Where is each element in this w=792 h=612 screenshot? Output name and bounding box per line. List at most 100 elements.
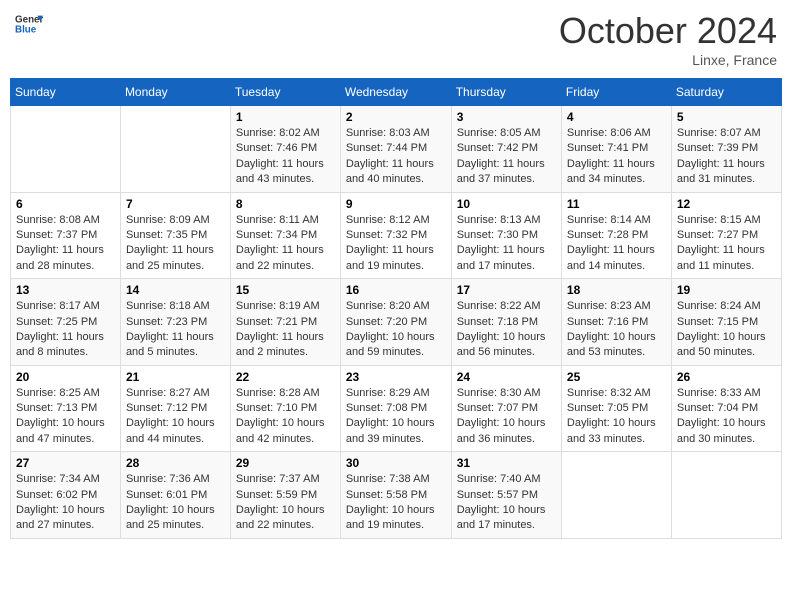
day-number: 11 bbox=[567, 197, 666, 211]
calendar-cell: 11Sunrise: 8:14 AM Sunset: 7:28 PM Dayli… bbox=[561, 192, 671, 279]
calendar-cell: 29 Sunrise: 7:37 AM Sunset: 5:59 PM Dayli… bbox=[230, 452, 340, 539]
day-number: 31 bbox=[457, 456, 556, 470]
day-info: Sunrise: 8:05 AM Sunset: 7:42 PM Dayligh… bbox=[457, 126, 556, 188]
day-number: 7 bbox=[126, 197, 225, 211]
calendar-cell: 15 Sunrise: 8:19 AM Sunset: 7:21 PM Dayli… bbox=[230, 279, 340, 366]
day-number: 25 bbox=[567, 370, 666, 384]
calendar-cell: 28Sunrise: 7:36 AM Sunset: 6:01 PM Dayli… bbox=[120, 452, 230, 539]
day-info: Sunrise: 8:09 AM Sunset: 7:35 PM Dayligh… bbox=[126, 213, 225, 275]
day-info: Sunrise: 8:06 AM Sunset: 7:41 PM Dayligh… bbox=[567, 126, 666, 188]
calendar-table: SundayMondayTuesdayWednesdayThursdayFrid… bbox=[10, 78, 782, 539]
day-info: Sunrise: 8:02 AM Sunset: 7:46 PM Dayligh… bbox=[236, 126, 335, 188]
calendar-cell: 1 Sunrise: 8:02 AM Sunset: 7:46 PM Daylig… bbox=[230, 106, 340, 193]
day-info: Sunrise: 8:19 AM Sunset: 7:21 PM Dayligh… bbox=[236, 299, 335, 361]
logo: General Blue bbox=[15, 10, 43, 38]
day-number: 17 bbox=[457, 283, 556, 297]
day-number: 10 bbox=[457, 197, 556, 211]
day-info: Sunrise: 7:34 AM Sunset: 6:02 PM Dayligh… bbox=[16, 472, 115, 534]
calendar-cell: 17Sunrise: 8:22 AM Sunset: 7:18 PM Dayli… bbox=[451, 279, 561, 366]
calendar-cell: 19 Sunrise: 8:24 AM Sunset: 7:15 PM Dayli… bbox=[671, 279, 781, 366]
day-info: Sunrise: 7:40 AM Sunset: 5:57 PM Dayligh… bbox=[457, 472, 556, 534]
day-number: 30 bbox=[346, 456, 446, 470]
day-number: 13 bbox=[16, 283, 115, 297]
weekday-header: Friday bbox=[561, 79, 671, 106]
day-number: 5 bbox=[677, 110, 776, 124]
day-info: Sunrise: 8:08 AM Sunset: 7:37 PM Dayligh… bbox=[16, 213, 115, 275]
day-number: 29 bbox=[236, 456, 335, 470]
day-number: 18 bbox=[567, 283, 666, 297]
day-info: Sunrise: 8:15 AM Sunset: 7:27 PM Dayligh… bbox=[677, 213, 776, 275]
calendar-cell: 23Sunrise: 8:29 AM Sunset: 7:08 PM Dayli… bbox=[340, 365, 451, 452]
weekday-header-row: SundayMondayTuesdayWednesdayThursdayFrid… bbox=[11, 79, 782, 106]
calendar-cell: 25 Sunrise: 8:32 AM Sunset: 7:05 PM Dayli… bbox=[561, 365, 671, 452]
weekday-header: Tuesday bbox=[230, 79, 340, 106]
day-number: 16 bbox=[346, 283, 446, 297]
calendar-cell: 7 Sunrise: 8:09 AM Sunset: 7:35 PM Daylig… bbox=[120, 192, 230, 279]
day-info: Sunrise: 8:12 AM Sunset: 7:32 PM Dayligh… bbox=[346, 213, 446, 275]
day-number: 3 bbox=[457, 110, 556, 124]
logo-icon: General Blue bbox=[15, 10, 43, 38]
day-number: 20 bbox=[16, 370, 115, 384]
calendar-cell: 3 Sunrise: 8:05 AM Sunset: 7:42 PM Daylig… bbox=[451, 106, 561, 193]
calendar-cell bbox=[120, 106, 230, 193]
day-number: 19 bbox=[677, 283, 776, 297]
day-number: 22 bbox=[236, 370, 335, 384]
calendar-cell: 4Sunrise: 8:06 AM Sunset: 7:41 PM Daylig… bbox=[561, 106, 671, 193]
calendar-week-row: 20 Sunrise: 8:25 AM Sunset: 7:13 PM Dayli… bbox=[11, 365, 782, 452]
day-info: Sunrise: 8:11 AM Sunset: 7:34 PM Dayligh… bbox=[236, 213, 335, 275]
calendar-cell: 2 Sunrise: 8:03 AM Sunset: 7:44 PM Daylig… bbox=[340, 106, 451, 193]
weekday-header: Sunday bbox=[11, 79, 121, 106]
calendar-cell: 24 Sunrise: 8:30 AM Sunset: 7:07 PM Dayli… bbox=[451, 365, 561, 452]
day-info: Sunrise: 8:23 AM Sunset: 7:16 PM Dayligh… bbox=[567, 299, 666, 361]
weekday-header: Monday bbox=[120, 79, 230, 106]
day-info: Sunrise: 8:30 AM Sunset: 7:07 PM Dayligh… bbox=[457, 386, 556, 448]
calendar-week-row: 1 Sunrise: 8:02 AM Sunset: 7:46 PM Daylig… bbox=[11, 106, 782, 193]
calendar-cell: 27Sunrise: 7:34 AM Sunset: 6:02 PM Dayli… bbox=[11, 452, 121, 539]
day-info: Sunrise: 8:33 AM Sunset: 7:04 PM Dayligh… bbox=[677, 386, 776, 448]
day-number: 12 bbox=[677, 197, 776, 211]
calendar-cell: 5Sunrise: 8:07 AM Sunset: 7:39 PM Daylig… bbox=[671, 106, 781, 193]
day-number: 2 bbox=[346, 110, 446, 124]
day-number: 1 bbox=[236, 110, 335, 124]
day-info: Sunrise: 8:20 AM Sunset: 7:20 PM Dayligh… bbox=[346, 299, 446, 361]
calendar-cell: 13 Sunrise: 8:17 AM Sunset: 7:25 PM Dayli… bbox=[11, 279, 121, 366]
calendar-cell: 10 Sunrise: 8:13 AM Sunset: 7:30 PM Dayli… bbox=[451, 192, 561, 279]
calendar-cell bbox=[11, 106, 121, 193]
calendar-cell: 9Sunrise: 8:12 AM Sunset: 7:32 PM Daylig… bbox=[340, 192, 451, 279]
day-number: 21 bbox=[126, 370, 225, 384]
calendar-week-row: 6 Sunrise: 8:08 AM Sunset: 7:37 PM Daylig… bbox=[11, 192, 782, 279]
svg-text:Blue: Blue bbox=[15, 24, 37, 35]
day-info: Sunrise: 8:17 AM Sunset: 7:25 PM Dayligh… bbox=[16, 299, 115, 361]
page-header: General Blue October 2024 Linxe, France bbox=[10, 10, 782, 68]
day-info: Sunrise: 7:37 AM Sunset: 5:59 PM Dayligh… bbox=[236, 472, 335, 534]
day-number: 6 bbox=[16, 197, 115, 211]
location: Linxe, France bbox=[559, 52, 777, 68]
day-info: Sunrise: 8:28 AM Sunset: 7:10 PM Dayligh… bbox=[236, 386, 335, 448]
day-info: Sunrise: 8:25 AM Sunset: 7:13 PM Dayligh… bbox=[16, 386, 115, 448]
day-info: Sunrise: 8:32 AM Sunset: 7:05 PM Dayligh… bbox=[567, 386, 666, 448]
day-number: 24 bbox=[457, 370, 556, 384]
day-number: 26 bbox=[677, 370, 776, 384]
month-title: October 2024 bbox=[559, 10, 777, 52]
calendar-cell: 30Sunrise: 7:38 AM Sunset: 5:58 PM Dayli… bbox=[340, 452, 451, 539]
day-info: Sunrise: 8:27 AM Sunset: 7:12 PM Dayligh… bbox=[126, 386, 225, 448]
calendar-cell: 22 Sunrise: 8:28 AM Sunset: 7:10 PM Dayli… bbox=[230, 365, 340, 452]
calendar-week-row: 27Sunrise: 7:34 AM Sunset: 6:02 PM Dayli… bbox=[11, 452, 782, 539]
day-info: Sunrise: 8:13 AM Sunset: 7:30 PM Dayligh… bbox=[457, 213, 556, 275]
title-block: October 2024 Linxe, France bbox=[559, 10, 777, 68]
calendar-cell: 18 Sunrise: 8:23 AM Sunset: 7:16 PM Dayli… bbox=[561, 279, 671, 366]
calendar-cell bbox=[671, 452, 781, 539]
calendar-cell: 26 Sunrise: 8:33 AM Sunset: 7:04 PM Dayli… bbox=[671, 365, 781, 452]
day-info: Sunrise: 8:03 AM Sunset: 7:44 PM Dayligh… bbox=[346, 126, 446, 188]
day-number: 23 bbox=[346, 370, 446, 384]
calendar-cell: 8Sunrise: 8:11 AM Sunset: 7:34 PM Daylig… bbox=[230, 192, 340, 279]
weekday-header: Wednesday bbox=[340, 79, 451, 106]
day-info: Sunrise: 8:24 AM Sunset: 7:15 PM Dayligh… bbox=[677, 299, 776, 361]
calendar-week-row: 13 Sunrise: 8:17 AM Sunset: 7:25 PM Dayli… bbox=[11, 279, 782, 366]
weekday-header: Saturday bbox=[671, 79, 781, 106]
day-number: 15 bbox=[236, 283, 335, 297]
calendar-cell bbox=[561, 452, 671, 539]
calendar-cell: 16 Sunrise: 8:20 AM Sunset: 7:20 PM Dayli… bbox=[340, 279, 451, 366]
day-number: 28 bbox=[126, 456, 225, 470]
calendar-cell: 12 Sunrise: 8:15 AM Sunset: 7:27 PM Dayli… bbox=[671, 192, 781, 279]
